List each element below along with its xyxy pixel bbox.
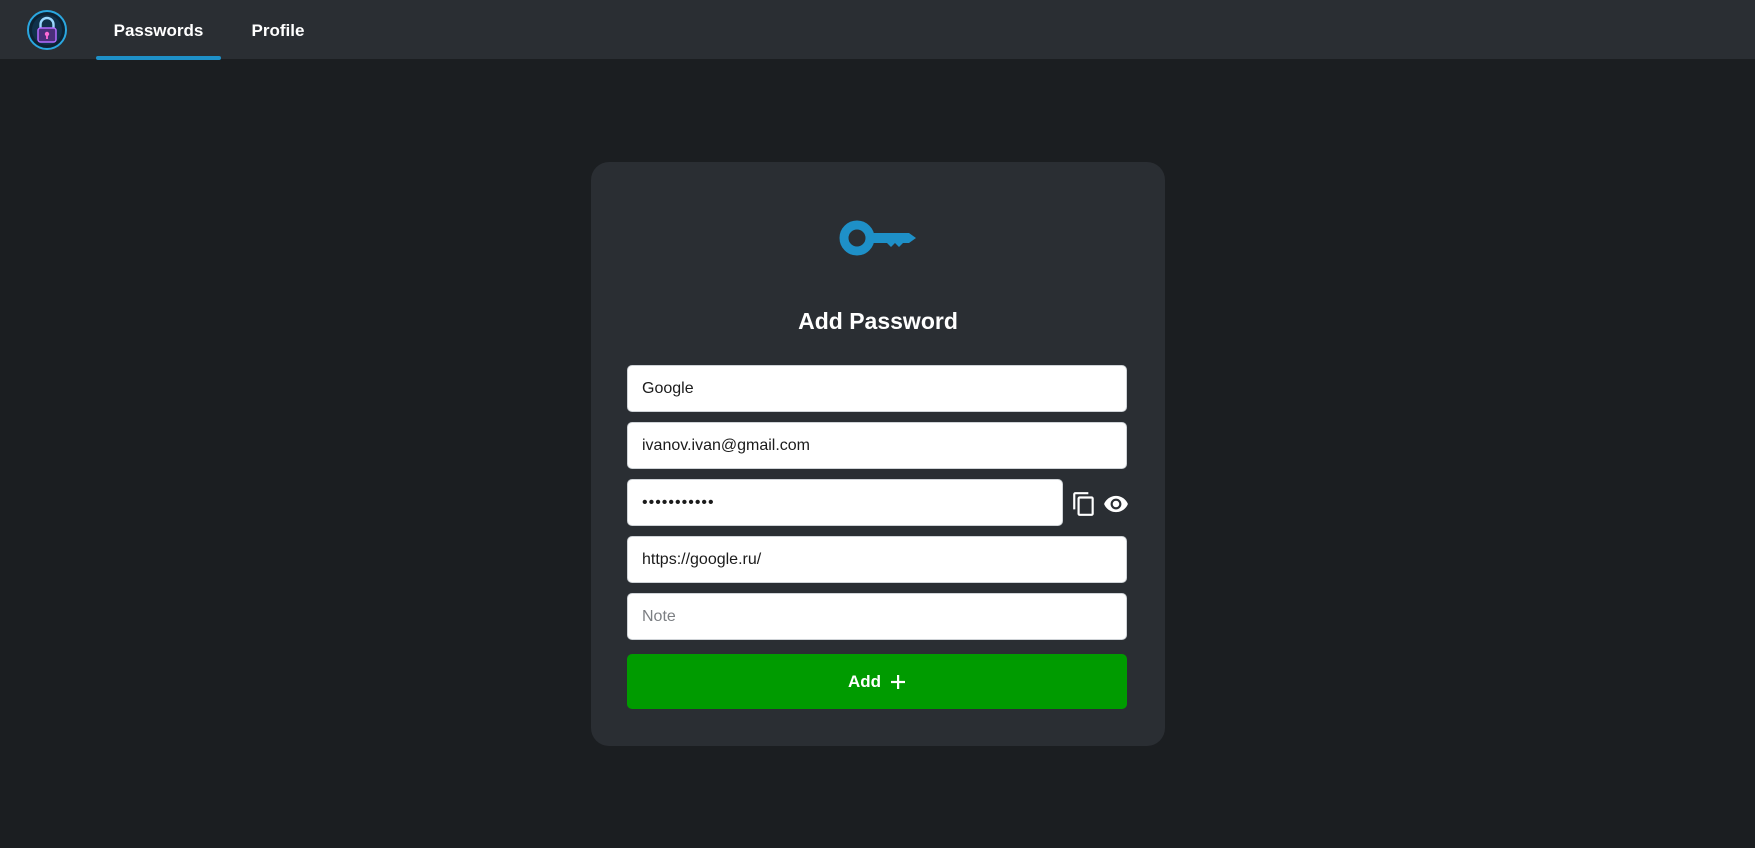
plus-icon xyxy=(891,674,906,689)
add-button[interactable]: Add xyxy=(627,654,1127,709)
add-button-label: Add xyxy=(847,671,882,691)
tab-passwords[interactable]: Passwords xyxy=(96,0,221,59)
eye-icon[interactable] xyxy=(1103,491,1129,517)
padlock-logo-icon[interactable] xyxy=(27,10,67,50)
login-input[interactable] xyxy=(627,422,1127,469)
url-input[interactable] xyxy=(627,536,1127,583)
name-input[interactable] xyxy=(627,365,1127,412)
top-navbar: Passwords Profile xyxy=(0,0,1755,60)
copy-icon[interactable] xyxy=(1071,491,1097,517)
tab-profile[interactable]: Profile xyxy=(240,0,316,59)
key-icon xyxy=(839,220,916,256)
note-input[interactable] xyxy=(627,593,1127,640)
password-input[interactable] xyxy=(627,479,1063,526)
active-tab-indicator xyxy=(96,56,221,60)
add-password-card: Add Password Add xyxy=(591,162,1165,746)
page-title: Add Password xyxy=(798,308,958,334)
